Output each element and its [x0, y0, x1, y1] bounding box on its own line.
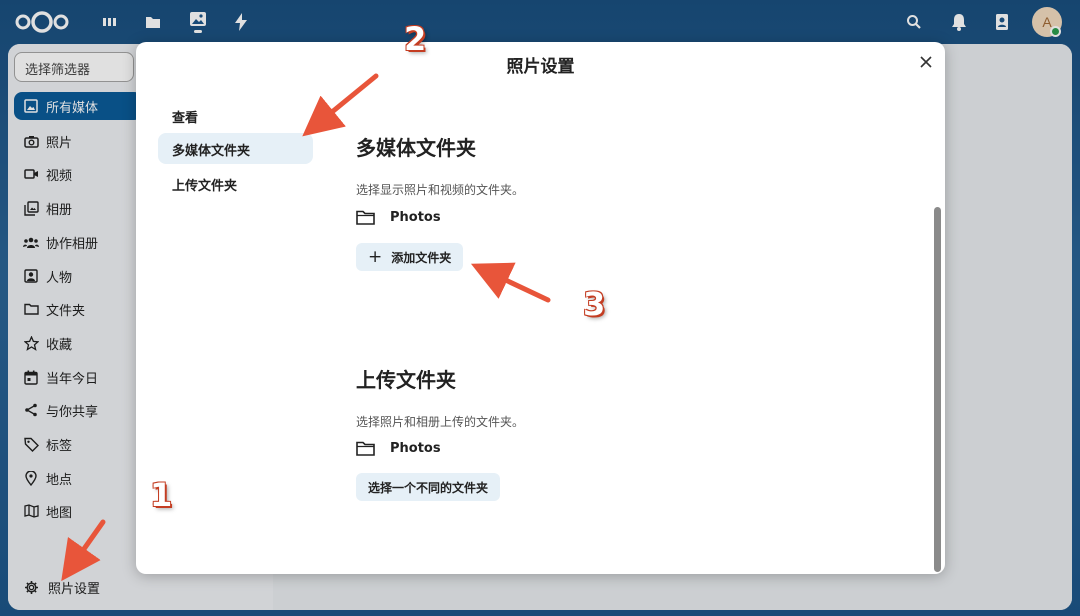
upload-folder-name: Photos	[390, 440, 441, 456]
media-folder-entry: Photos	[356, 207, 441, 227]
add-folder-button[interactable]: + 添加文件夹	[356, 243, 464, 271]
folder-icon	[356, 439, 378, 457]
modal-nav-upload-folder[interactable]: 上传文件夹	[158, 168, 313, 199]
photos-settings-modal: 照片设置 查看 多媒体文件夹 上传文件夹 多媒体文件夹 选择显示照片和视频的文件…	[136, 42, 945, 574]
annotation-number-1: 1	[150, 476, 173, 514]
plus-icon: +	[368, 247, 383, 267]
modal-nav-media-folders[interactable]: 多媒体文件夹	[158, 133, 313, 164]
annotation-number-2: 2	[404, 20, 427, 58]
media-folders-description: 选择显示照片和视频的文件夹。	[356, 183, 525, 197]
add-folder-label: 添加文件夹	[391, 250, 452, 265]
upload-folder-entry: Photos	[356, 438, 441, 458]
modal-scrollbar[interactable]	[934, 207, 941, 572]
modal-title: 照片设置	[506, 57, 575, 77]
upload-folder-description: 选择照片和相册上传的文件夹。	[356, 415, 525, 429]
annotation-number-3: 3	[583, 285, 606, 323]
modal-nav-view[interactable]: 查看	[158, 100, 313, 131]
close-icon[interactable]	[916, 52, 936, 72]
choose-different-folder-button[interactable]: 选择一个不同的文件夹	[356, 473, 501, 501]
folder-icon	[356, 208, 378, 226]
media-folders-heading: 多媒体文件夹	[356, 136, 476, 160]
media-folder-name: Photos	[390, 209, 441, 225]
upload-folder-heading: 上传文件夹	[356, 368, 456, 392]
